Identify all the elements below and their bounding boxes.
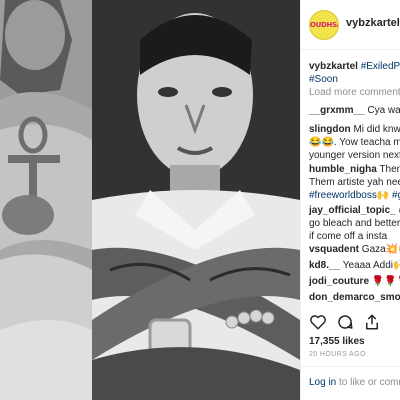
comment-line: Them artiste yah need: [309, 177, 400, 188]
comment-line: younger version next: [309, 150, 400, 161]
caption-hashtag[interactable]: #ExiledPha: [361, 61, 400, 72]
comment-text: Yeaaa Addi🙌: [342, 260, 400, 271]
comment-hashtags[interactable]: #freeworldboss🙌 #g: [309, 189, 400, 202]
caption: vybzkartel #ExiledPha #Soon: [309, 60, 400, 86]
login-prompt-text: to like or commen: [339, 377, 400, 388]
avatar[interactable]: OUDHSA: [309, 10, 339, 40]
comment-line: if come off a insta: [309, 231, 388, 242]
comment-username[interactable]: jay_official_topic_: [309, 205, 396, 216]
comment-username[interactable]: humble_nigha: [309, 164, 377, 175]
caption-username[interactable]: vybzkartel: [309, 61, 358, 72]
comment: slingdon Mi did knw s: [309, 123, 400, 136]
comment-username[interactable]: __grxmm__: [309, 105, 365, 116]
post-side-panel: OUDHSA vybzkartel vybzkartel #ExiledPha …: [300, 0, 400, 400]
share-icon[interactable]: [363, 313, 381, 331]
comment: vsquadent Gaza💥🙌: [309, 243, 400, 256]
post-header: OUDHSA vybzkartel: [301, 0, 400, 50]
comment-username[interactable]: jodi_couture: [309, 276, 369, 287]
comment: don_demarco_smooth: [309, 291, 400, 304]
comment-text: Cya wait: [367, 105, 400, 116]
divider: [301, 366, 400, 367]
post-image[interactable]: [0, 0, 300, 400]
author-username[interactable]: vybzkartel: [346, 17, 400, 29]
comment-username[interactable]: don_demarco_smooth: [309, 292, 400, 303]
comment-username[interactable]: kd8.__: [309, 260, 340, 271]
comment: jodi_couture 🌹🌹🌹: [309, 275, 400, 288]
heart-icon[interactable]: [309, 313, 327, 331]
comment-text: Gaza💥🙌: [361, 244, 400, 255]
comment-text: Mi did knw s: [353, 124, 400, 135]
comment: __grxmm__ Cya wait: [309, 104, 400, 117]
comment-username[interactable]: slingdon: [309, 124, 351, 135]
comment-text: Them r: [379, 164, 400, 175]
comment: jay_official_topic_ @g: [309, 204, 400, 217]
login-link[interactable]: Log in: [309, 377, 336, 388]
comment-line: 😂😂. Yow teacha mi: [309, 137, 400, 148]
avatar-logo-text: OUDHSA: [310, 21, 339, 29]
caption-hashtag-soon[interactable]: #Soon: [309, 74, 338, 85]
login-prompt: Log in to like or commen: [309, 377, 400, 388]
comment-line: go bleach and better t: [309, 218, 400, 229]
post-timestamp: 20 HOURS AGO: [309, 351, 366, 358]
comment-text: 🌹🌹🌹: [371, 276, 400, 287]
comment-username[interactable]: vsquadent: [309, 244, 359, 255]
comment: humble_nigha Them r: [309, 163, 400, 176]
comment: kd8.__ Yeaaa Addi🙌: [309, 259, 400, 272]
comment-icon[interactable]: [336, 313, 354, 331]
load-more-comments-button[interactable]: Load more comments: [309, 87, 400, 98]
likes-count[interactable]: 17,355 likes: [309, 336, 365, 347]
post-photo: [0, 0, 300, 400]
